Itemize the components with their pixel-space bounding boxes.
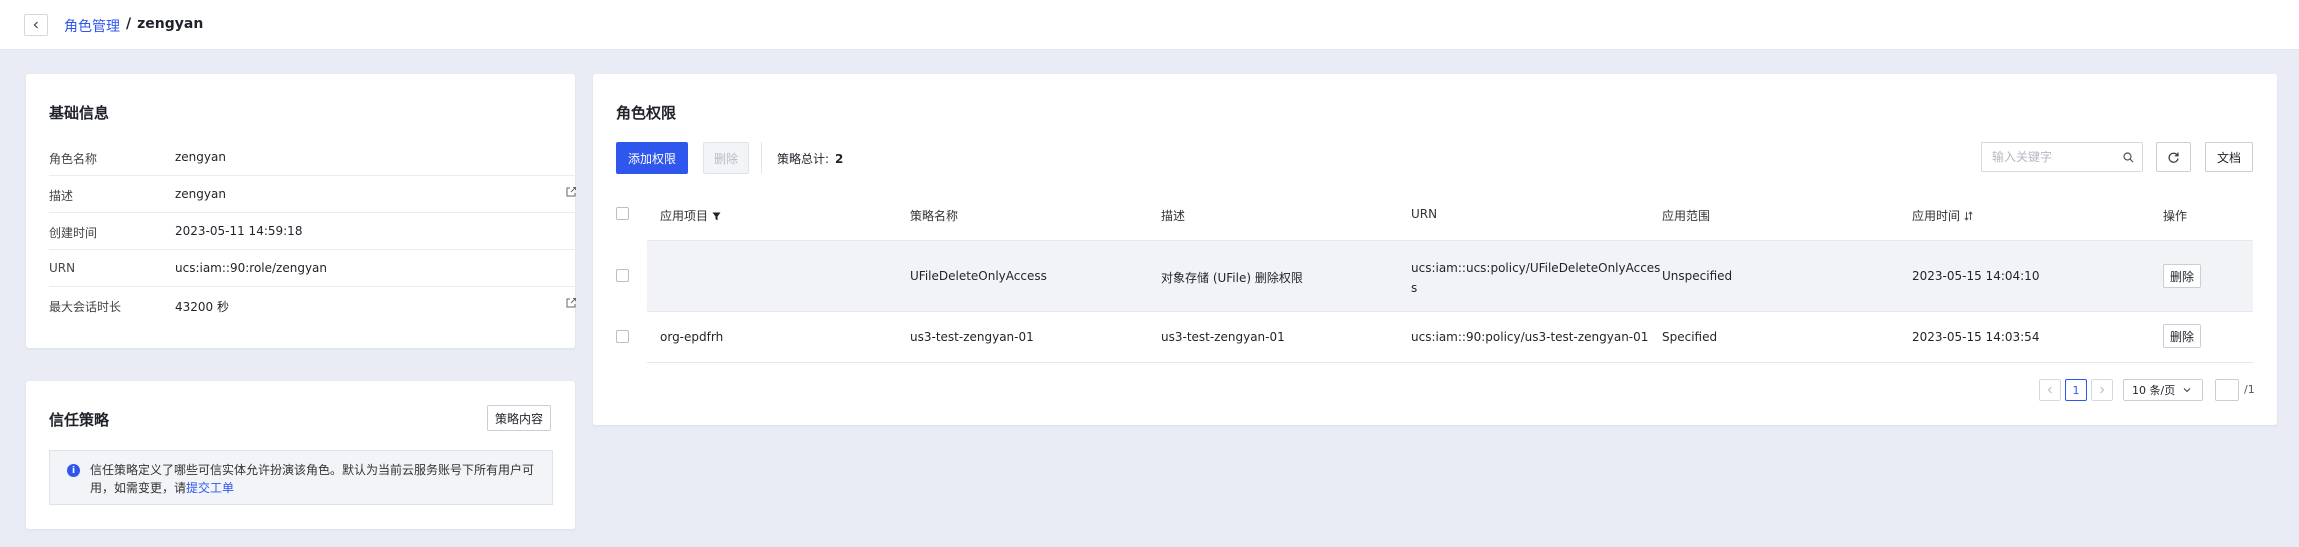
info-label: URN [49,261,76,275]
cell-policy-name: us3-test-zengyan-01 [910,330,1034,344]
row-checkbox[interactable] [616,330,629,343]
info-value: 2023-05-11 14:59:18 [175,224,303,238]
col-applied-time-label: 应用时间 [1912,209,1961,223]
delete-button-disabled[interactable]: 删除 [703,142,749,174]
row-divider [647,362,2253,363]
breadcrumb-role-management[interactable]: 角色管理 [64,16,120,36]
breadcrumb: 角色管理 / zengyan [64,16,203,36]
prev-page-button[interactable] [2039,379,2061,401]
cell-project: org-epdfrh [660,330,724,344]
info-row-role-name: 角色名称 zengyan [49,139,577,176]
next-page-button[interactable] [2091,379,2113,401]
filter-icon[interactable] [712,212,721,221]
role-permissions-card: 角色权限 添加权限 删除 策略总计:2 文档 应用项目 策略名称 描述 URN … [593,74,2277,425]
page-number-button[interactable]: 1 [2065,379,2087,401]
search-box [1981,142,2143,172]
policy-content-button[interactable]: 策略内容 [487,405,551,431]
refresh-icon [2168,152,2179,163]
info-value: 43200 秒 [175,300,229,314]
page-size-value: 10 条/页 [2132,384,2176,397]
info-row-urn: URN ucs:iam::90:role/zengyan [49,250,577,287]
submit-ticket-link[interactable]: 提交工单 [186,481,234,495]
info-row-description: 描述 zengyan [49,176,577,213]
cell-urn-line2: s [1411,281,1418,295]
col-project[interactable]: 应用项目 [660,207,721,224]
cell-description: 对象存储 (UFile) 删除权限 [1161,271,1303,285]
row-divider [647,311,2253,312]
info-label: 角色名称 [49,152,98,166]
col-applied-time[interactable]: 应用时间 [1912,207,1973,224]
edit-icon[interactable] [565,186,577,198]
info-label: 创建时间 [49,226,98,240]
cell-urn: ucs:iam::ucs:policy/UFileDeleteOnlyAcces… [1411,258,1660,298]
notice-message: 信任策略定义了哪些可信实体允许扮演该角色。默认为当前云服务账号下所有用户可用，如… [90,463,535,495]
page-size-select[interactable]: 10 条/页 [2123,379,2203,401]
trust-notice: i 信任策略定义了哪些可信实体允许扮演该角色。默认为当前云服务账号下所有用户可用… [49,450,553,505]
chevron-left-icon [2047,386,2052,394]
basic-info-card: 基础信息 角色名称 zengyan 描述 zengyan 创建时间 2023-0… [26,74,577,348]
top-bar: 角色管理 / zengyan [0,0,2299,50]
col-actions: 操作 [2163,209,2188,223]
cell-scope: Unspecified [1662,269,1733,283]
cell-urn-line1: ucs:iam::ucs:policy/UFileDeleteOnlyAcces [1411,261,1661,275]
total-count: 2 [835,152,844,166]
row-delete-button[interactable]: 删除 [2163,324,2201,348]
search-icon[interactable] [2123,152,2134,163]
row-delete-button[interactable]: 删除 [2163,264,2201,288]
permissions-title: 角色权限 [616,104,677,122]
info-row-created-time: 创建时间 2023-05-11 14:59:18 [49,213,577,250]
cell-urn: ucs:iam::90:policy/us3-test-zengyan-01 [1411,330,1649,344]
row-checkbox[interactable] [616,269,629,282]
refresh-button[interactable] [2156,142,2191,172]
select-all-checkbox[interactable] [616,207,629,220]
info-value: zengyan [175,187,226,201]
total-label: 策略总计: [777,152,830,166]
docs-button[interactable]: 文档 [2205,142,2253,172]
chevron-left-icon[interactable] [24,14,48,36]
page-jump-input[interactable] [2215,379,2239,401]
cell-description: us3-test-zengyan-01 [1161,330,1285,344]
col-scope: 应用范围 [1662,209,1711,223]
info-label: 最大会话时长 [49,300,122,314]
chevron-down-icon [2183,388,2191,393]
col-urn: URN [1411,207,1438,221]
cell-scope: Specified [1662,330,1718,344]
cell-policy-name: UFileDeleteOnlyAccess [910,269,1047,283]
policy-total: 策略总计: 2 [777,150,843,167]
search-input[interactable] [1992,149,2112,165]
info-value: zengyan [175,150,226,164]
add-permission-button[interactable]: 添加权限 [616,142,688,174]
trust-policy-card: 信任策略 策略内容 i 信任策略定义了哪些可信实体允许扮演该角色。默认为当前云服… [26,381,575,529]
info-value: ucs:iam::90:role/zengyan [175,261,328,275]
notice-text: 信任策略定义了哪些可信实体允许扮演该角色。默认为当前云服务账号下所有用户可用，如… [90,461,545,497]
info-icon: i [67,464,80,477]
toolbar-divider [761,142,762,174]
chevron-right-icon [2100,386,2105,394]
total-pages: /1 [2244,383,2255,396]
edit-icon[interactable] [565,297,577,309]
breadcrumb-current: zengyan [137,16,204,32]
col-description: 描述 [1161,209,1186,223]
col-project-label: 应用项目 [660,209,709,223]
col-policy-name: 策略名称 [910,209,959,223]
trust-policy-title: 信任策略 [49,411,110,429]
basic-info-title: 基础信息 [49,104,110,122]
cell-applied-time: 2023-05-15 14:03:54 [1912,330,2040,344]
info-row-max-session: 最大会话时长 43200 秒 [49,287,577,324]
info-label: 描述 [49,189,74,203]
cell-applied-time: 2023-05-15 14:04:10 [1912,269,2040,283]
breadcrumb-separator: / [126,16,132,32]
sort-icon[interactable] [1964,211,1973,221]
